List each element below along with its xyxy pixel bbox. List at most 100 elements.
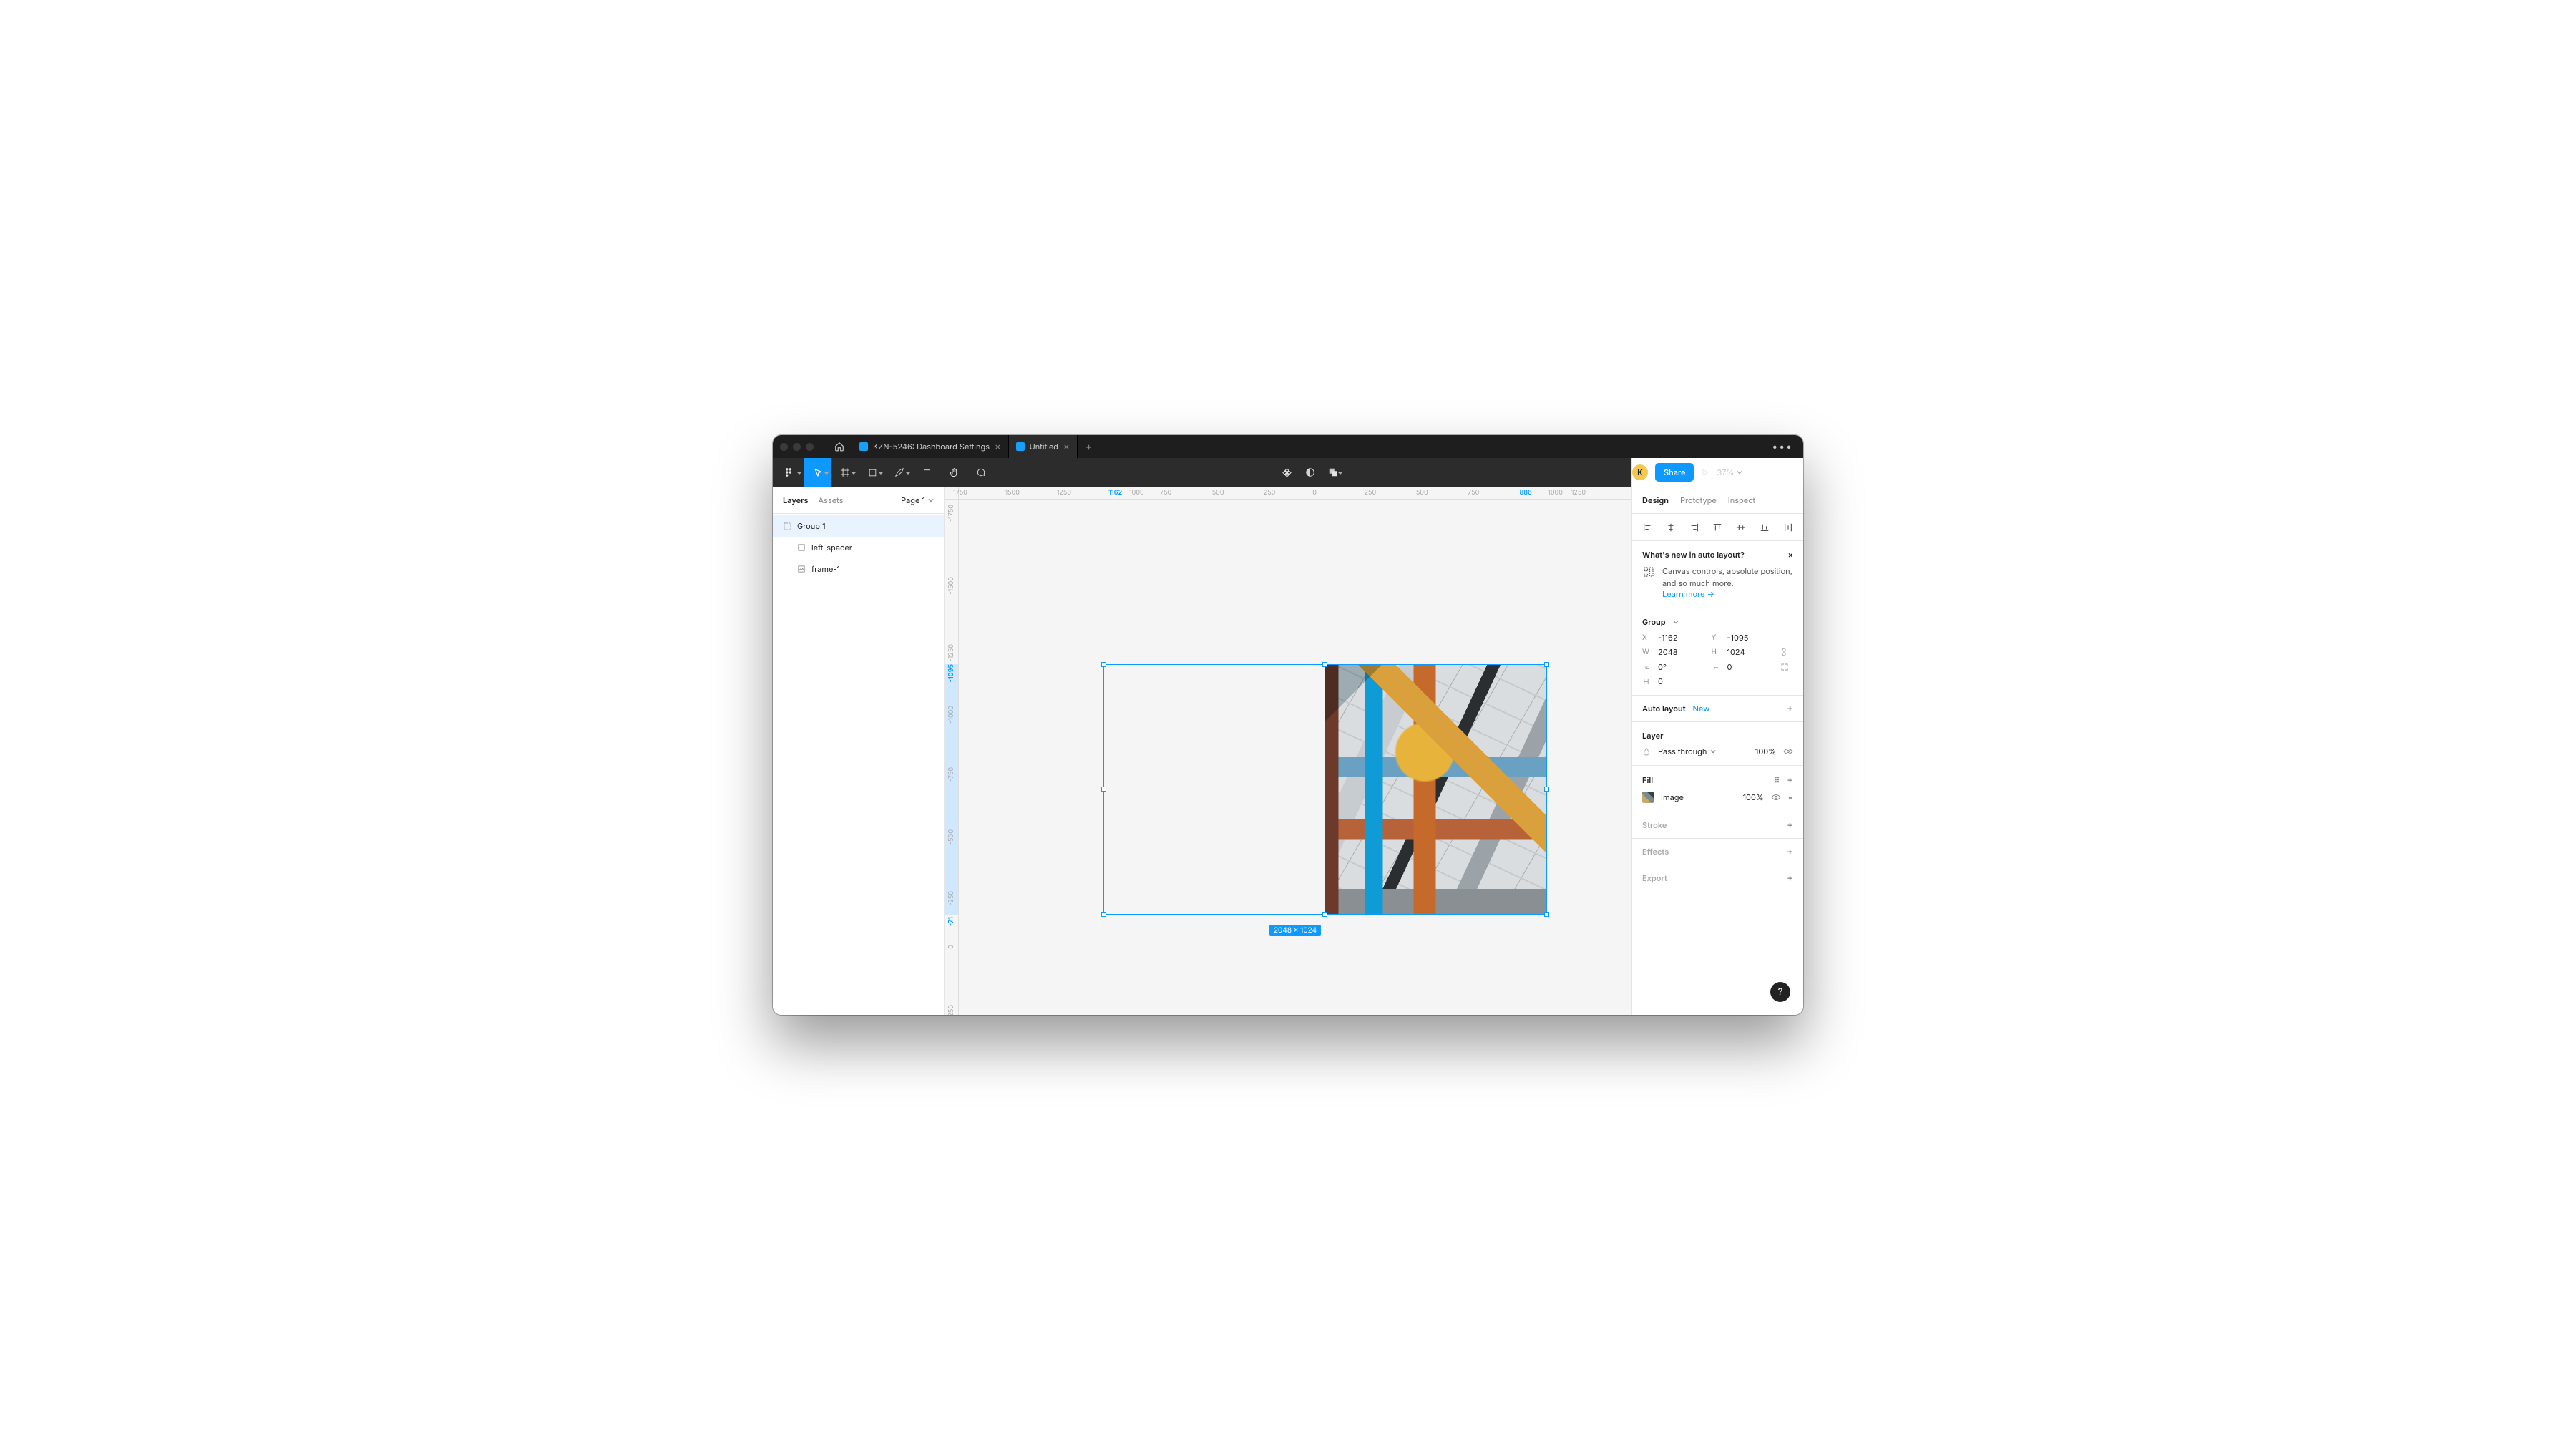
chevron-down-icon	[928, 497, 934, 503]
radius-input[interactable]: 0	[1727, 662, 1775, 672]
add-icon[interactable]: +	[1787, 774, 1793, 786]
app-window: KZN-5246: Dashboard Settings × Untitled …	[773, 435, 1803, 1015]
layer-row[interactable]: Group 1	[773, 515, 944, 537]
align-right-icon[interactable]	[1688, 521, 1701, 534]
close-icon[interactable]: ×	[1788, 550, 1793, 560]
image-layer-icon	[797, 565, 806, 573]
new-tab-button[interactable]: +	[1078, 441, 1101, 453]
resize-handle-w[interactable]	[1101, 787, 1106, 792]
home-tab[interactable]	[826, 435, 852, 458]
align-left-icon[interactable]	[1641, 521, 1654, 534]
inspect-tab[interactable]: Inspect	[1728, 495, 1755, 505]
main-menu-button[interactable]	[773, 458, 804, 487]
component-insert-icon[interactable]	[1282, 458, 1292, 487]
layer-row[interactable]: frame-1	[773, 558, 944, 580]
stroke-section: Stroke +	[1632, 812, 1803, 839]
x-input[interactable]: -1162	[1658, 633, 1706, 643]
blend-mode-icon	[1642, 747, 1651, 756]
align-hcenter-icon[interactable]	[1664, 521, 1677, 534]
independent-corners-icon[interactable]	[1780, 663, 1793, 671]
rotation-icon: ⟀	[1642, 661, 1652, 672]
user-avatar[interactable]: K	[1632, 464, 1648, 480]
traffic-lights[interactable]	[780, 443, 814, 451]
align-bottom-icon[interactable]	[1758, 521, 1771, 534]
close-tab-icon[interactable]: ×	[1063, 442, 1070, 452]
help-button[interactable]: ?	[1770, 982, 1790, 1002]
shape-tool[interactable]	[859, 458, 886, 487]
add-icon[interactable]: +	[1787, 703, 1793, 714]
resize-handle-se[interactable]	[1544, 912, 1549, 917]
layer-name: Group 1	[797, 521, 826, 531]
fill-swatch[interactable]	[1642, 792, 1654, 803]
constrain-proportions-icon[interactable]	[1780, 647, 1793, 657]
pen-tool[interactable]	[886, 458, 913, 487]
fill-section: Fill ⠿ + Image 100% −	[1632, 766, 1803, 812]
clip-input[interactable]: 0	[1658, 676, 1706, 686]
boolean-ops-icon[interactable]	[1328, 458, 1345, 487]
move-tool[interactable]	[804, 458, 831, 487]
layer-tree: Group 1 left-spacer frame-1	[773, 514, 944, 580]
style-icon[interactable]: ⠿	[1774, 775, 1780, 785]
y-label: Y	[1712, 633, 1722, 642]
fill-opacity-input[interactable]: 100%	[1743, 792, 1764, 802]
comment-tool[interactable]	[967, 458, 995, 487]
remove-icon[interactable]: −	[1788, 792, 1793, 802]
resize-handle-ne[interactable]	[1544, 662, 1549, 667]
canvas[interactable]: -1750 -1500 -1250 -1162 -1000 -750 -500 …	[945, 487, 1631, 1015]
clip-icon	[1642, 678, 1652, 686]
file-tab-0[interactable]: KZN-5246: Dashboard Settings ×	[852, 435, 1009, 458]
h-input[interactable]: 1024	[1727, 647, 1775, 657]
close-tab-icon[interactable]: ×	[995, 442, 1001, 452]
group-icon	[783, 522, 791, 530]
canvas-stage[interactable]: 2048 × 1024	[959, 500, 1631, 1015]
add-icon[interactable]: +	[1787, 846, 1793, 857]
text-tool[interactable]	[913, 458, 940, 487]
blend-mode-dropdown[interactable]: Pass through	[1658, 746, 1748, 756]
assets-tab[interactable]: Assets	[819, 495, 844, 505]
add-icon[interactable]: +	[1787, 872, 1793, 884]
y-input[interactable]: -1095	[1727, 633, 1775, 643]
w-input[interactable]: 2048	[1658, 647, 1706, 657]
resize-handle-s[interactable]	[1322, 912, 1327, 917]
right-panel-tabs: Design Prototype Inspect	[1632, 487, 1803, 514]
auto-layout-section: Auto layout New +	[1632, 696, 1803, 722]
frame-properties: Group X -1162 Y -1095 W 2048 H 1024	[1632, 608, 1803, 696]
whats-new-panel: What's new in auto layout? × Canvas cont…	[1632, 541, 1803, 608]
present-button[interactable]	[1701, 458, 1709, 487]
add-icon[interactable]: +	[1787, 819, 1793, 831]
export-section: Export +	[1632, 865, 1803, 891]
layer-row[interactable]: left-spacer	[773, 537, 944, 558]
layer-section: Layer Pass through 100%	[1632, 722, 1803, 766]
prototype-tab[interactable]: Prototype	[1680, 495, 1717, 505]
layers-tab[interactable]: Layers	[783, 495, 809, 505]
share-button[interactable]: Share	[1655, 463, 1694, 482]
file-tab-1[interactable]: Untitled ×	[1009, 435, 1078, 458]
page-dropdown[interactable]: Page 1	[901, 495, 934, 505]
alignment-controls	[1632, 514, 1803, 541]
align-top-icon[interactable]	[1711, 521, 1724, 534]
align-vcenter-icon[interactable]	[1735, 521, 1747, 534]
frame-type-label[interactable]: Group	[1642, 617, 1666, 627]
distribute-icon[interactable]	[1782, 521, 1795, 534]
resize-handle-e[interactable]	[1544, 787, 1549, 792]
hand-tool[interactable]	[940, 458, 967, 487]
visibility-icon[interactable]	[1771, 792, 1781, 802]
frame-tool[interactable]	[831, 458, 859, 487]
resize-handle-nw[interactable]	[1101, 662, 1106, 667]
fill-type[interactable]: Image	[1661, 792, 1736, 802]
file-tab-label: KZN-5246: Dashboard Settings	[873, 442, 990, 452]
layer-opacity-input[interactable]: 100%	[1755, 746, 1776, 756]
design-tab[interactable]: Design	[1642, 495, 1669, 505]
auto-layout-title: Auto layout	[1642, 704, 1686, 714]
rotation-input[interactable]: 0°	[1658, 662, 1706, 672]
selection-bounds[interactable]	[1103, 664, 1547, 914]
horizontal-ruler: -1750 -1500 -1250 -1162 -1000 -750 -500 …	[959, 487, 1631, 500]
visibility-icon[interactable]	[1783, 746, 1793, 756]
resize-handle-sw[interactable]	[1101, 912, 1106, 917]
resize-handle-n[interactable]	[1322, 662, 1327, 667]
learn-more-link[interactable]: Learn more →	[1662, 589, 1793, 599]
selected-image	[1325, 665, 1546, 913]
zoom-dropdown[interactable]: 37%	[1717, 467, 1742, 477]
overflow-menu-icon[interactable]: •••	[1762, 441, 1803, 453]
mask-icon[interactable]	[1305, 458, 1315, 487]
